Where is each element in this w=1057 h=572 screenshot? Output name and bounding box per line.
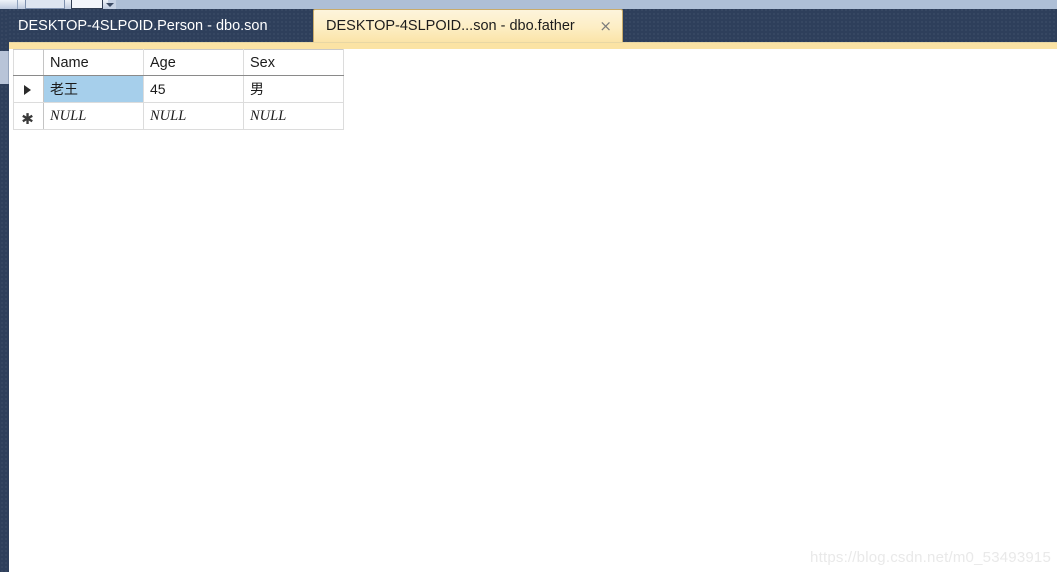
grid-corner-header[interactable] <box>13 49 44 76</box>
tab-underline-shadow <box>9 42 1057 43</box>
left-frame <box>0 9 9 572</box>
toolbar-button-2[interactable] <box>71 0 103 9</box>
tab-bar: DESKTOP-4SLPOID.Person - dbo.son DESKTOP… <box>9 9 1057 42</box>
new-row-asterisk-icon: ✱ <box>21 110 34 129</box>
chevron-down-icon[interactable] <box>106 3 114 7</box>
current-row-arrow-icon <box>24 85 31 96</box>
tab-underline-band <box>9 42 1057 49</box>
row-header-current[interactable] <box>13 75 44 103</box>
cell-age[interactable]: 45 <box>143 75 244 103</box>
tab-dbo-father[interactable]: DESKTOP-4SLPOID...son - dbo.father × <box>313 9 623 42</box>
cell-name[interactable]: NULL <box>43 102 144 130</box>
cell-age[interactable]: NULL <box>143 102 244 130</box>
toolbar-separator <box>17 0 18 9</box>
row-header-new-row[interactable]: ✱ <box>13 102 44 130</box>
results-grid[interactable]: Name Age Sex 老王 45 男 ✱ NULL NULL NULL <box>13 49 344 130</box>
document-area: Name Age Sex 老王 45 男 ✱ NULL NULL NULL ht… <box>9 49 1057 572</box>
tab-label: DESKTOP-4SLPOID.Person - dbo.son <box>18 17 268 34</box>
toolbar-strip <box>0 0 1057 9</box>
column-header-name[interactable]: Name <box>43 49 144 76</box>
toolbar-empty-area <box>116 0 1057 9</box>
table-row[interactable]: 老王 45 男 <box>13 75 344 103</box>
cell-name[interactable]: 老王 <box>43 75 144 103</box>
vertical-scrollbar-thumb[interactable] <box>0 51 9 84</box>
column-header-age[interactable]: Age <box>143 49 244 76</box>
toolbar-button-1[interactable] <box>25 0 65 9</box>
watermark-text: https://blog.csdn.net/m0_53493915 <box>810 549 1051 566</box>
grid-header-row: Name Age Sex <box>13 49 344 76</box>
cell-sex[interactable]: 男 <box>243 75 344 103</box>
application-window: DESKTOP-4SLPOID.Person - dbo.son DESKTOP… <box>0 0 1057 572</box>
tab-label: DESKTOP-4SLPOID...son - dbo.father <box>326 18 575 34</box>
close-icon[interactable]: × <box>589 18 614 34</box>
cell-sex[interactable]: NULL <box>243 102 344 130</box>
tab-dbo-son[interactable]: DESKTOP-4SLPOID.Person - dbo.son <box>9 9 280 42</box>
table-row[interactable]: ✱ NULL NULL NULL <box>13 102 344 130</box>
column-header-sex[interactable]: Sex <box>243 49 344 76</box>
